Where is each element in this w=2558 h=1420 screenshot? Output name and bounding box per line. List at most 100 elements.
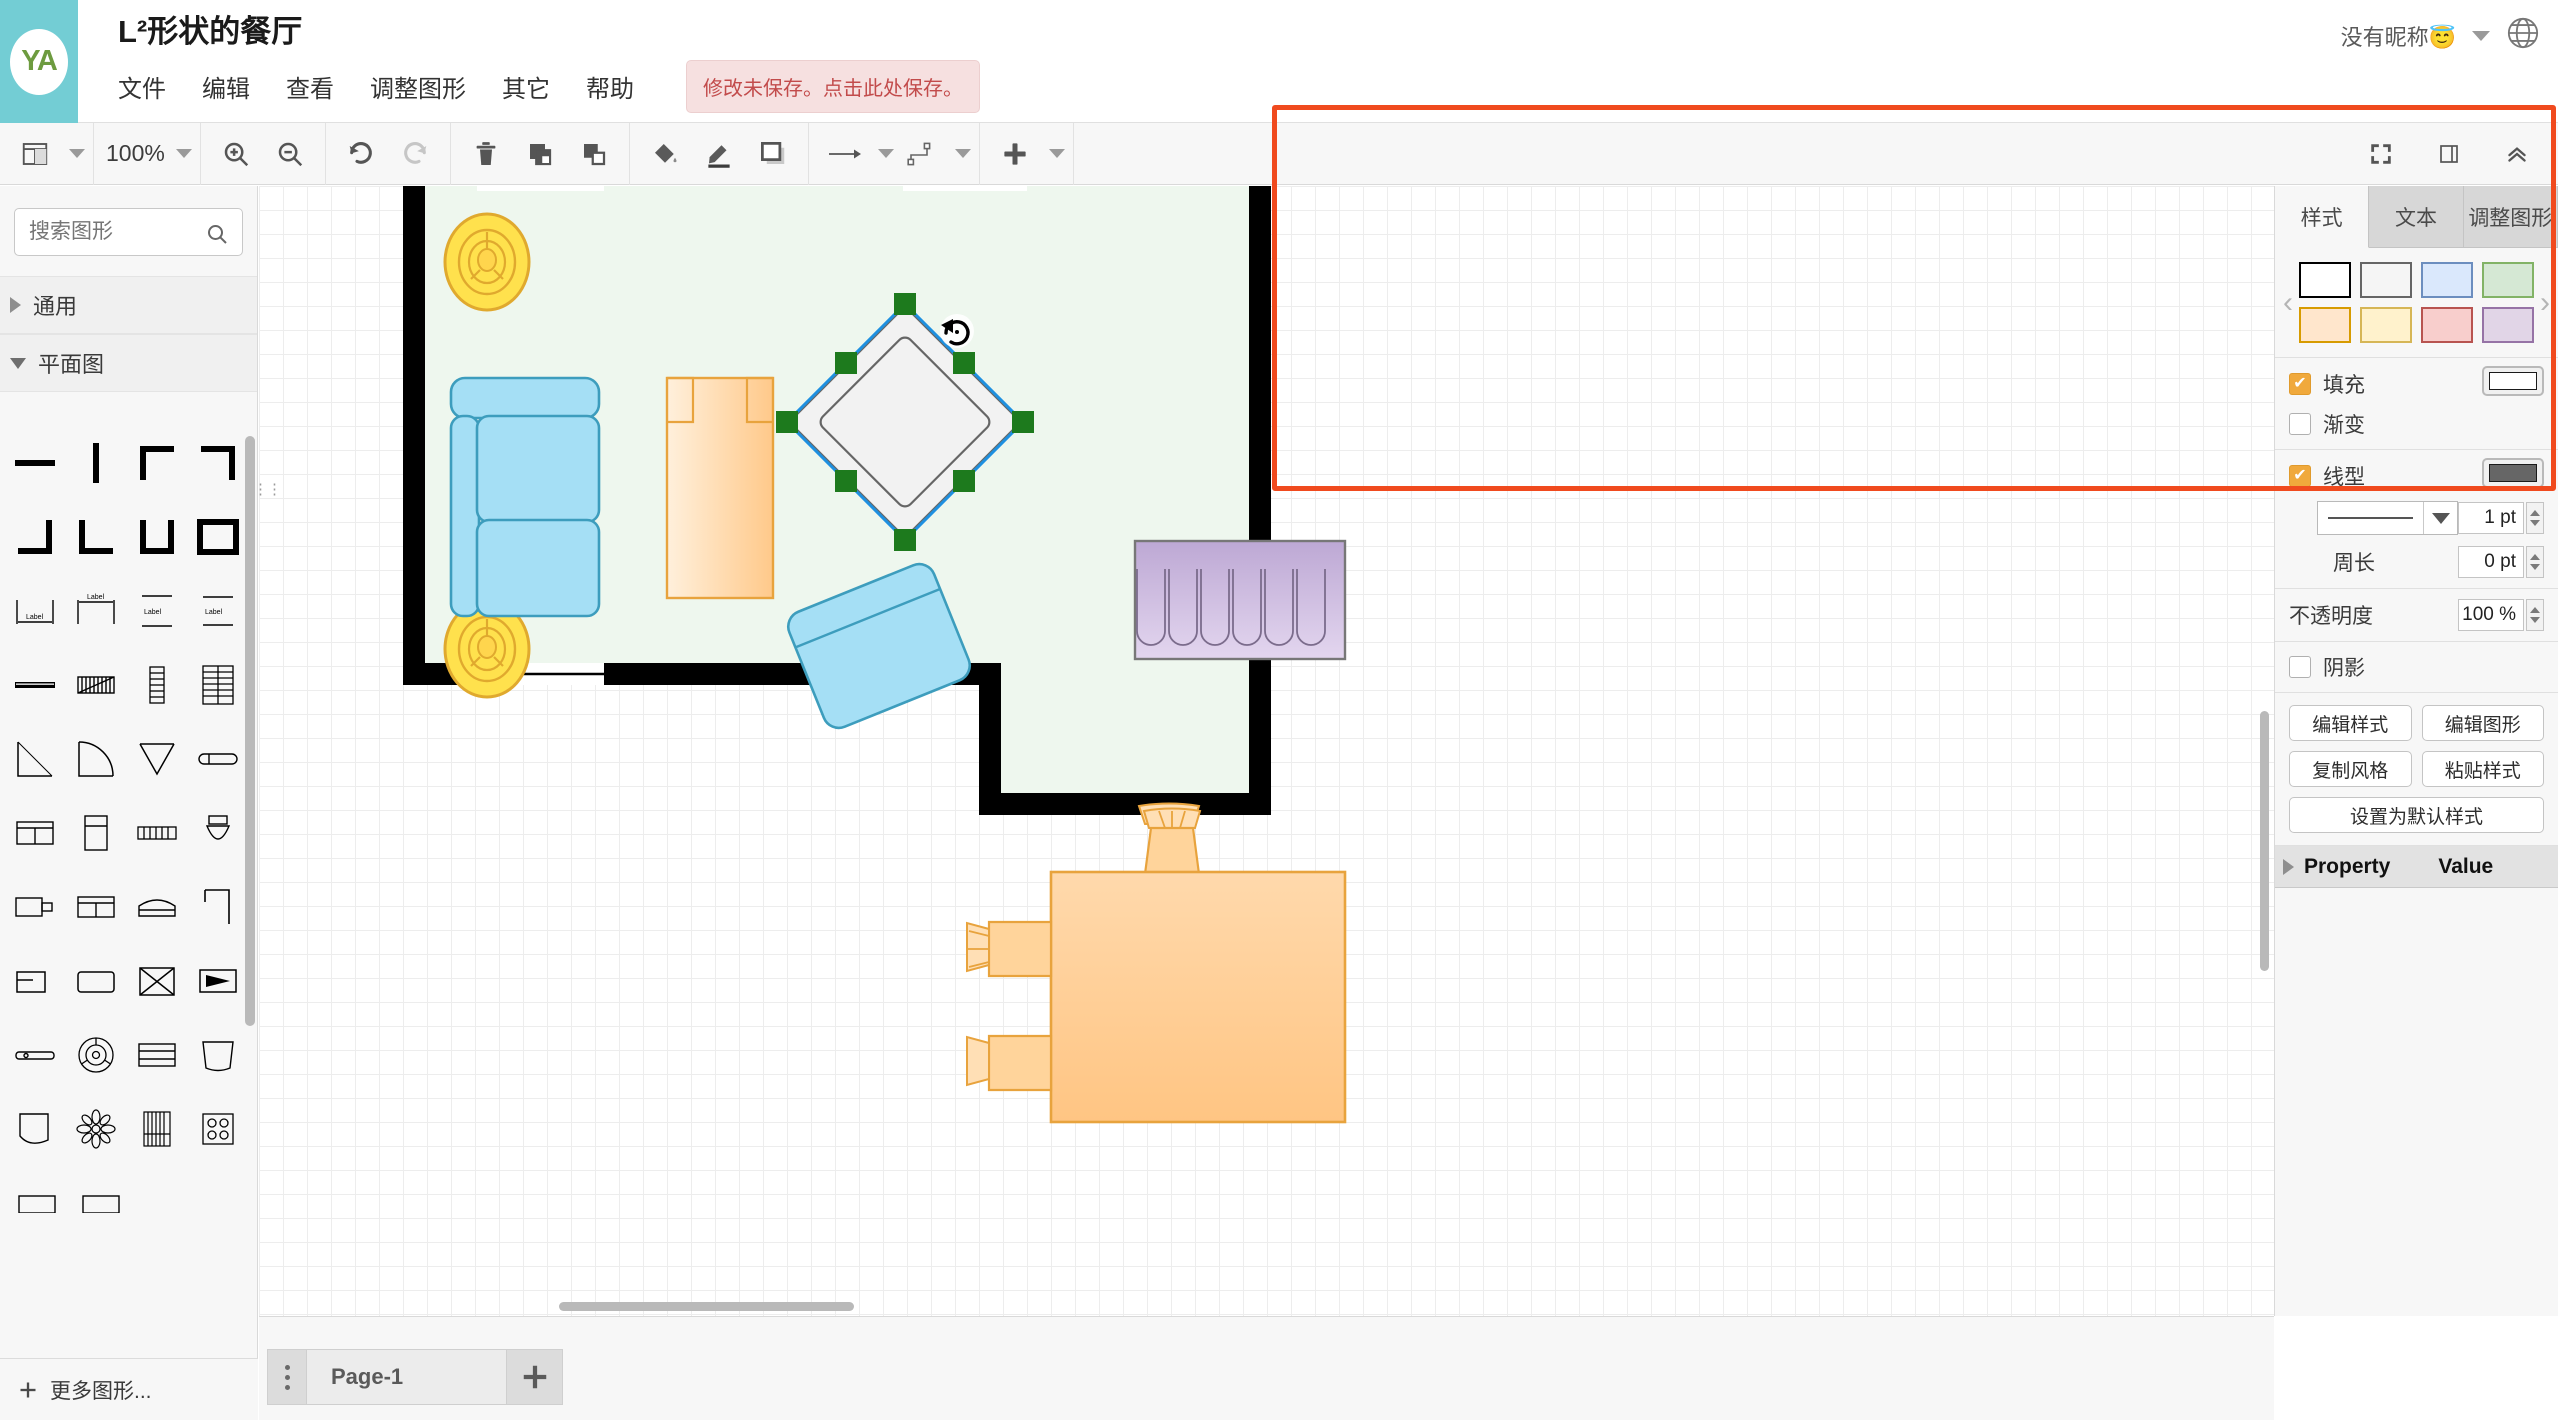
opacity-spinner[interactable] [2526, 599, 2544, 631]
shape-wall-u-icon[interactable] [132, 510, 183, 564]
connector-dropdown-caret[interactable] [877, 149, 894, 158]
fill-color-button[interactable] [2482, 366, 2544, 396]
sidebar-scrollbar[interactable] [245, 436, 255, 1026]
menu-arrange[interactable]: 调整图形 [370, 69, 466, 104]
line-style-select[interactable] [2317, 501, 2458, 535]
perimeter-field[interactable]: 0 pt [2458, 546, 2524, 578]
shape-counter-icon[interactable] [10, 954, 61, 1008]
shape-shelf-icon[interactable] [132, 1028, 183, 1082]
swatch-yellow[interactable] [2360, 307, 2412, 343]
shape-plant-icon[interactable] [71, 1102, 122, 1156]
shape-stairs-icon[interactable] [71, 658, 122, 712]
swatch-prev-arrow[interactable]: ‹ [2281, 286, 2295, 320]
zoom-dropdown-caret[interactable] [175, 149, 192, 158]
shape-piano-icon[interactable] [132, 1102, 183, 1156]
plus-icon[interactable] [993, 132, 1037, 176]
redo-icon[interactable] [393, 132, 437, 176]
line-width-spinner[interactable] [2526, 502, 2544, 534]
set-default-style-button[interactable]: 设置为默认样式 [2289, 797, 2544, 833]
shape-tv-icon[interactable] [10, 880, 61, 934]
collapse-toolbar-icon[interactable] [2495, 132, 2539, 176]
kebab-menu-icon[interactable] [267, 1349, 307, 1405]
tab-text[interactable]: 文本 [2369, 186, 2464, 248]
zoom-out-icon[interactable] [268, 132, 312, 176]
undo-icon[interactable] [339, 132, 383, 176]
shape-table-rect-icon[interactable] [71, 954, 122, 1008]
canvas-vertical-scrollbar[interactable] [2260, 711, 2269, 971]
canvas-horizontal-scrollbar[interactable] [559, 1302, 854, 1311]
line-width-field[interactable]: 1 pt [2458, 502, 2524, 534]
shape-dimension-top-icon[interactable]: Label [71, 584, 122, 638]
shape-wall-double-icon[interactable] [10, 658, 61, 712]
more-shapes-button[interactable]: 更多图形... [0, 1358, 258, 1420]
menu-help[interactable]: 帮助 [586, 69, 634, 104]
menu-edit[interactable]: 编辑 [202, 69, 250, 104]
edit-style-button[interactable]: 编辑样式 [2289, 705, 2412, 741]
shape-bench-icon[interactable] [10, 1028, 61, 1082]
toggle-panel-icon[interactable] [2427, 132, 2471, 176]
line-color-button[interactable] [2482, 458, 2544, 488]
copy-style-button[interactable]: 复制风格 [2289, 751, 2412, 787]
shape-projector-icon[interactable] [192, 954, 243, 1008]
send-to-back-icon[interactable] [572, 132, 616, 176]
shape-door-sliding-icon[interactable] [192, 732, 243, 786]
shape-ceiling-fan-icon[interactable] [71, 1028, 122, 1082]
unsaved-changes-banner[interactable]: 修改未保存。点击此处保存。 [686, 60, 980, 113]
swatch-purple[interactable] [2482, 307, 2534, 343]
paste-style-button[interactable]: 粘贴样式 [2421, 751, 2544, 787]
line-color-icon[interactable] [697, 132, 741, 176]
edit-shape-button[interactable]: 编辑图形 [2421, 705, 2544, 741]
shape-wall-vertical-icon[interactable] [71, 436, 122, 490]
diagram-canvas[interactable] [259, 186, 2274, 1316]
shape-stairs-grid-icon[interactable] [192, 658, 243, 712]
sidebar-splitter[interactable]: ⋮⋮ [253, 480, 282, 506]
page-tab-page-1[interactable]: Page-1 [307, 1349, 507, 1405]
shadow-checkbox[interactable] [2289, 656, 2311, 678]
shape-cross-icon[interactable] [132, 954, 183, 1008]
shape-partial-a-icon[interactable] [10, 1176, 64, 1230]
shape-dimension-alt-icon[interactable]: Label [192, 584, 243, 638]
perimeter-spinner[interactable] [2526, 546, 2544, 578]
sidebar-section-general[interactable]: 通用 [0, 276, 257, 334]
shape-door-arc-icon[interactable] [71, 732, 122, 786]
shape-sofa-icon[interactable] [71, 880, 122, 934]
globe-icon[interactable] [2506, 16, 2540, 55]
line-checkbox[interactable] [2289, 465, 2311, 487]
shape-partial-b-icon[interactable] [74, 1176, 128, 1230]
gradient-checkbox[interactable] [2289, 412, 2311, 435]
waypoint-dropdown-caret[interactable] [954, 149, 971, 158]
shape-fridge-icon[interactable] [71, 806, 122, 860]
add-page-button[interactable] [507, 1349, 563, 1405]
shape-dimension-vertical-icon[interactable]: Label [132, 584, 183, 638]
shape-sink-icon[interactable] [10, 806, 61, 860]
shape-tub-icon[interactable] [192, 1028, 243, 1082]
shape-bed-icon[interactable] [132, 880, 183, 934]
shape-door-double-icon[interactable] [132, 732, 183, 786]
search-icon[interactable] [205, 222, 229, 251]
shape-dimension-inner-icon[interactable]: Label [10, 584, 61, 638]
swatch-green[interactable] [2482, 262, 2534, 298]
layout-icon[interactable] [13, 132, 57, 176]
shape-basin-icon[interactable] [10, 1102, 61, 1156]
shape-door-corner-icon[interactable] [10, 732, 61, 786]
shape-wall-angle-icon[interactable] [192, 880, 243, 934]
swatch-next-arrow[interactable]: › [2538, 286, 2552, 320]
fill-checkbox[interactable] [2289, 373, 2311, 395]
arrow-connector-icon[interactable] [822, 132, 866, 176]
waypoint-icon[interactable] [899, 132, 943, 176]
swatch-gray[interactable] [2360, 262, 2412, 298]
fill-color-icon[interactable] [643, 132, 687, 176]
layout-dropdown-caret[interactable] [69, 149, 85, 158]
shape-stairs-narrow-icon[interactable] [132, 658, 183, 712]
swatch-orange[interactable] [2299, 307, 2351, 343]
tab-arrange[interactable]: 调整图形 [2463, 186, 2558, 248]
fullscreen-icon[interactable] [2359, 132, 2403, 176]
swatch-blue[interactable] [2421, 262, 2473, 298]
bring-to-front-icon[interactable] [518, 132, 562, 176]
shape-wall-corner-tr-icon[interactable] [192, 436, 243, 490]
document-title[interactable]: L²形状的餐厅 [118, 6, 302, 51]
sidebar-section-floorplan[interactable]: 平面图 [0, 334, 257, 392]
zoom-in-icon[interactable] [214, 132, 258, 176]
tab-style[interactable]: 样式 [2275, 186, 2370, 248]
menu-view[interactable]: 查看 [286, 69, 334, 104]
